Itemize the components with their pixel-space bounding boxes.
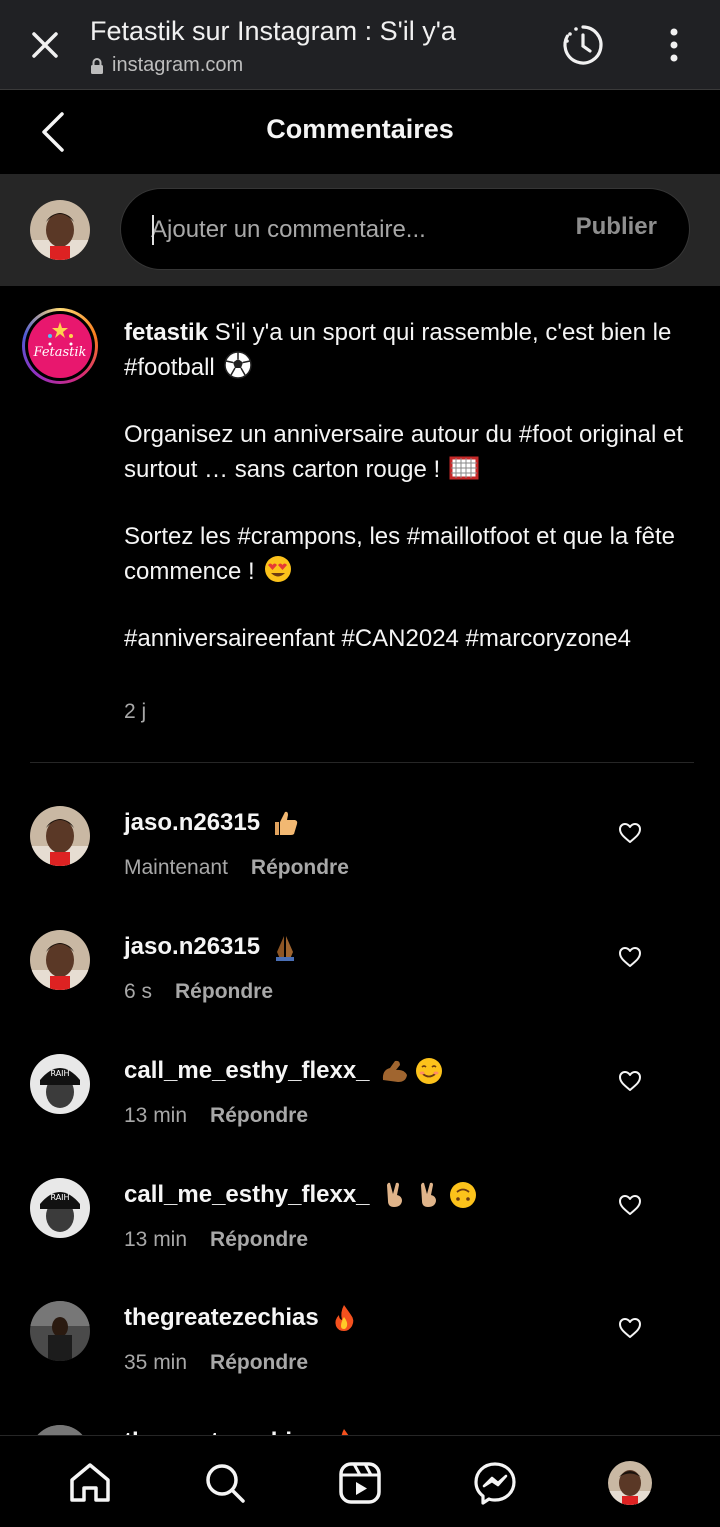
comment-username[interactable]: call_me_esthy_flexx_ xyxy=(124,1181,370,1209)
smiling-face-icon xyxy=(415,1058,442,1084)
comment-item: RAIH call_me_esthy_flexx_ 13 min Répondr… xyxy=(0,1054,720,1164)
avatar[interactable] xyxy=(30,1301,90,1361)
comment-timestamp: 13 min xyxy=(124,1104,188,1127)
divider xyxy=(30,762,694,763)
victory-hand-icon xyxy=(420,1182,436,1207)
thumbs-up-icon xyxy=(275,811,298,835)
search-icon[interactable] xyxy=(202,1460,248,1506)
home-icon[interactable] xyxy=(67,1460,113,1506)
caption-username[interactable]: fetastik xyxy=(124,319,208,346)
comment-item: jaso.n26315 6 s Répondre xyxy=(0,930,720,1040)
comment-body: call_me_esthy_flexx_ xyxy=(124,1180,478,1210)
caption-paragraph-1: fetastik S'il y'a un sport qui rassemble… xyxy=(124,316,684,385)
comment-timestamp: Maintenant xyxy=(124,856,228,879)
avatar[interactable]: RAIH xyxy=(30,1178,90,1238)
bottom-nav xyxy=(0,1435,720,1527)
reply-button[interactable]: Répondre xyxy=(175,980,273,1004)
upside-down-face-icon xyxy=(449,1182,476,1208)
comment-username[interactable]: jaso.n26315 xyxy=(124,933,260,961)
messenger-icon[interactable] xyxy=(472,1460,518,1506)
comment-body: call_me_esthy_flexx_ xyxy=(124,1056,444,1086)
comment-emojis xyxy=(268,932,300,962)
comment-emojis xyxy=(378,1056,444,1086)
fire-icon xyxy=(341,1429,349,1435)
heart-icon[interactable] xyxy=(618,822,642,844)
comment-meta: 13 min Répondre xyxy=(124,1228,308,1252)
comment-meta: Maintenant Répondre xyxy=(124,856,349,880)
comment-emojis xyxy=(378,1180,478,1210)
content-viewport: Fetastik fetastik S'il y'a un sport qui … xyxy=(0,0,720,1435)
profile-avatar[interactable] xyxy=(607,1460,653,1506)
reply-button[interactable]: Répondre xyxy=(210,1351,308,1375)
caption-paragraph-3: Sortez les #crampons, les #maillotfoot e… xyxy=(124,520,684,589)
comment-item: thegreatezechias 35 min Répondre xyxy=(0,1301,720,1411)
comment-emojis xyxy=(327,1427,359,1435)
comment-timestamp: 35 min xyxy=(124,1351,188,1374)
avatar[interactable]: RAIH xyxy=(30,1054,90,1114)
reply-button[interactable]: Répondre xyxy=(210,1228,308,1252)
heart-icon[interactable] xyxy=(618,1317,642,1339)
comment-meta: 13 min Répondre xyxy=(124,1104,308,1128)
caption-text-2: Organisez un anniversaire autour du #foo… xyxy=(124,421,684,483)
comment-item: jaso.n26315 Maintenant Répondre xyxy=(0,806,720,916)
comment-item: thegreatezechias xyxy=(0,1425,720,1435)
comment-body: jaso.n26315 xyxy=(124,808,300,838)
soccer-ball-icon xyxy=(224,351,253,379)
svg-text:Fetastik: Fetastik xyxy=(33,345,87,360)
comment-item: RAIH call_me_esthy_flexx_ 13 min Répondr… xyxy=(0,1178,720,1288)
avatar[interactable] xyxy=(30,806,90,866)
comment-timestamp: 6 s xyxy=(124,980,153,1003)
comment-username[interactable]: thegreatezechias xyxy=(124,1304,319,1332)
comment-body: thegreatezechias xyxy=(124,1427,359,1435)
reels-icon[interactable] xyxy=(337,1460,383,1506)
comment-emojis xyxy=(268,808,300,838)
avatar[interactable] xyxy=(30,930,90,990)
caption-text: fetastik S'il y'a un sport qui rassemble… xyxy=(124,316,684,689)
flexed-biceps-icon xyxy=(382,1060,407,1082)
caption-text-3: Sortez les #crampons, les #maillotfoot e… xyxy=(124,523,675,585)
victory-hand-icon xyxy=(386,1182,402,1207)
reply-button[interactable]: Répondre xyxy=(251,856,349,880)
comment-emojis xyxy=(327,1303,359,1333)
heart-icon[interactable] xyxy=(618,1070,642,1092)
caption-timestamp: 2 j xyxy=(124,700,147,723)
svg-text:RAIH: RAIH xyxy=(50,1069,69,1078)
svg-text:RAIH: RAIH xyxy=(50,1193,69,1202)
comment-meta: 6 s Répondre xyxy=(124,980,273,1004)
comment-body: thegreatezechias xyxy=(124,1303,359,1333)
logo-art: Fetastik xyxy=(33,322,87,360)
heart-icon[interactable] xyxy=(618,946,642,968)
heart-icon[interactable] xyxy=(618,1194,642,1216)
comment-meta: 35 min Répondre xyxy=(124,1351,308,1375)
folded-hands-icon xyxy=(276,936,295,961)
goal-net-icon xyxy=(449,456,479,480)
comment-body: jaso.n26315 xyxy=(124,932,300,962)
heart-eyes-icon xyxy=(265,556,292,582)
avatar[interactable] xyxy=(30,1425,90,1435)
comment-username[interactable]: call_me_esthy_flexx_ xyxy=(124,1057,370,1085)
comment-timestamp: 13 min xyxy=(124,1228,188,1251)
comment-username[interactable]: jaso.n26315 xyxy=(124,809,260,837)
story-ring[interactable]: Fetastik xyxy=(22,308,98,384)
reply-button[interactable]: Répondre xyxy=(210,1104,308,1128)
caption-paragraph-2: Organisez un anniversaire autour du #foo… xyxy=(124,418,684,487)
fetastik-logo: Fetastik xyxy=(28,314,92,378)
fire-icon xyxy=(335,1305,354,1331)
comment-username[interactable]: thegreatezechias xyxy=(124,1428,319,1435)
caption-paragraph-4: #anniversaireenfant #CAN2024 #marcoryzon… xyxy=(124,625,631,652)
